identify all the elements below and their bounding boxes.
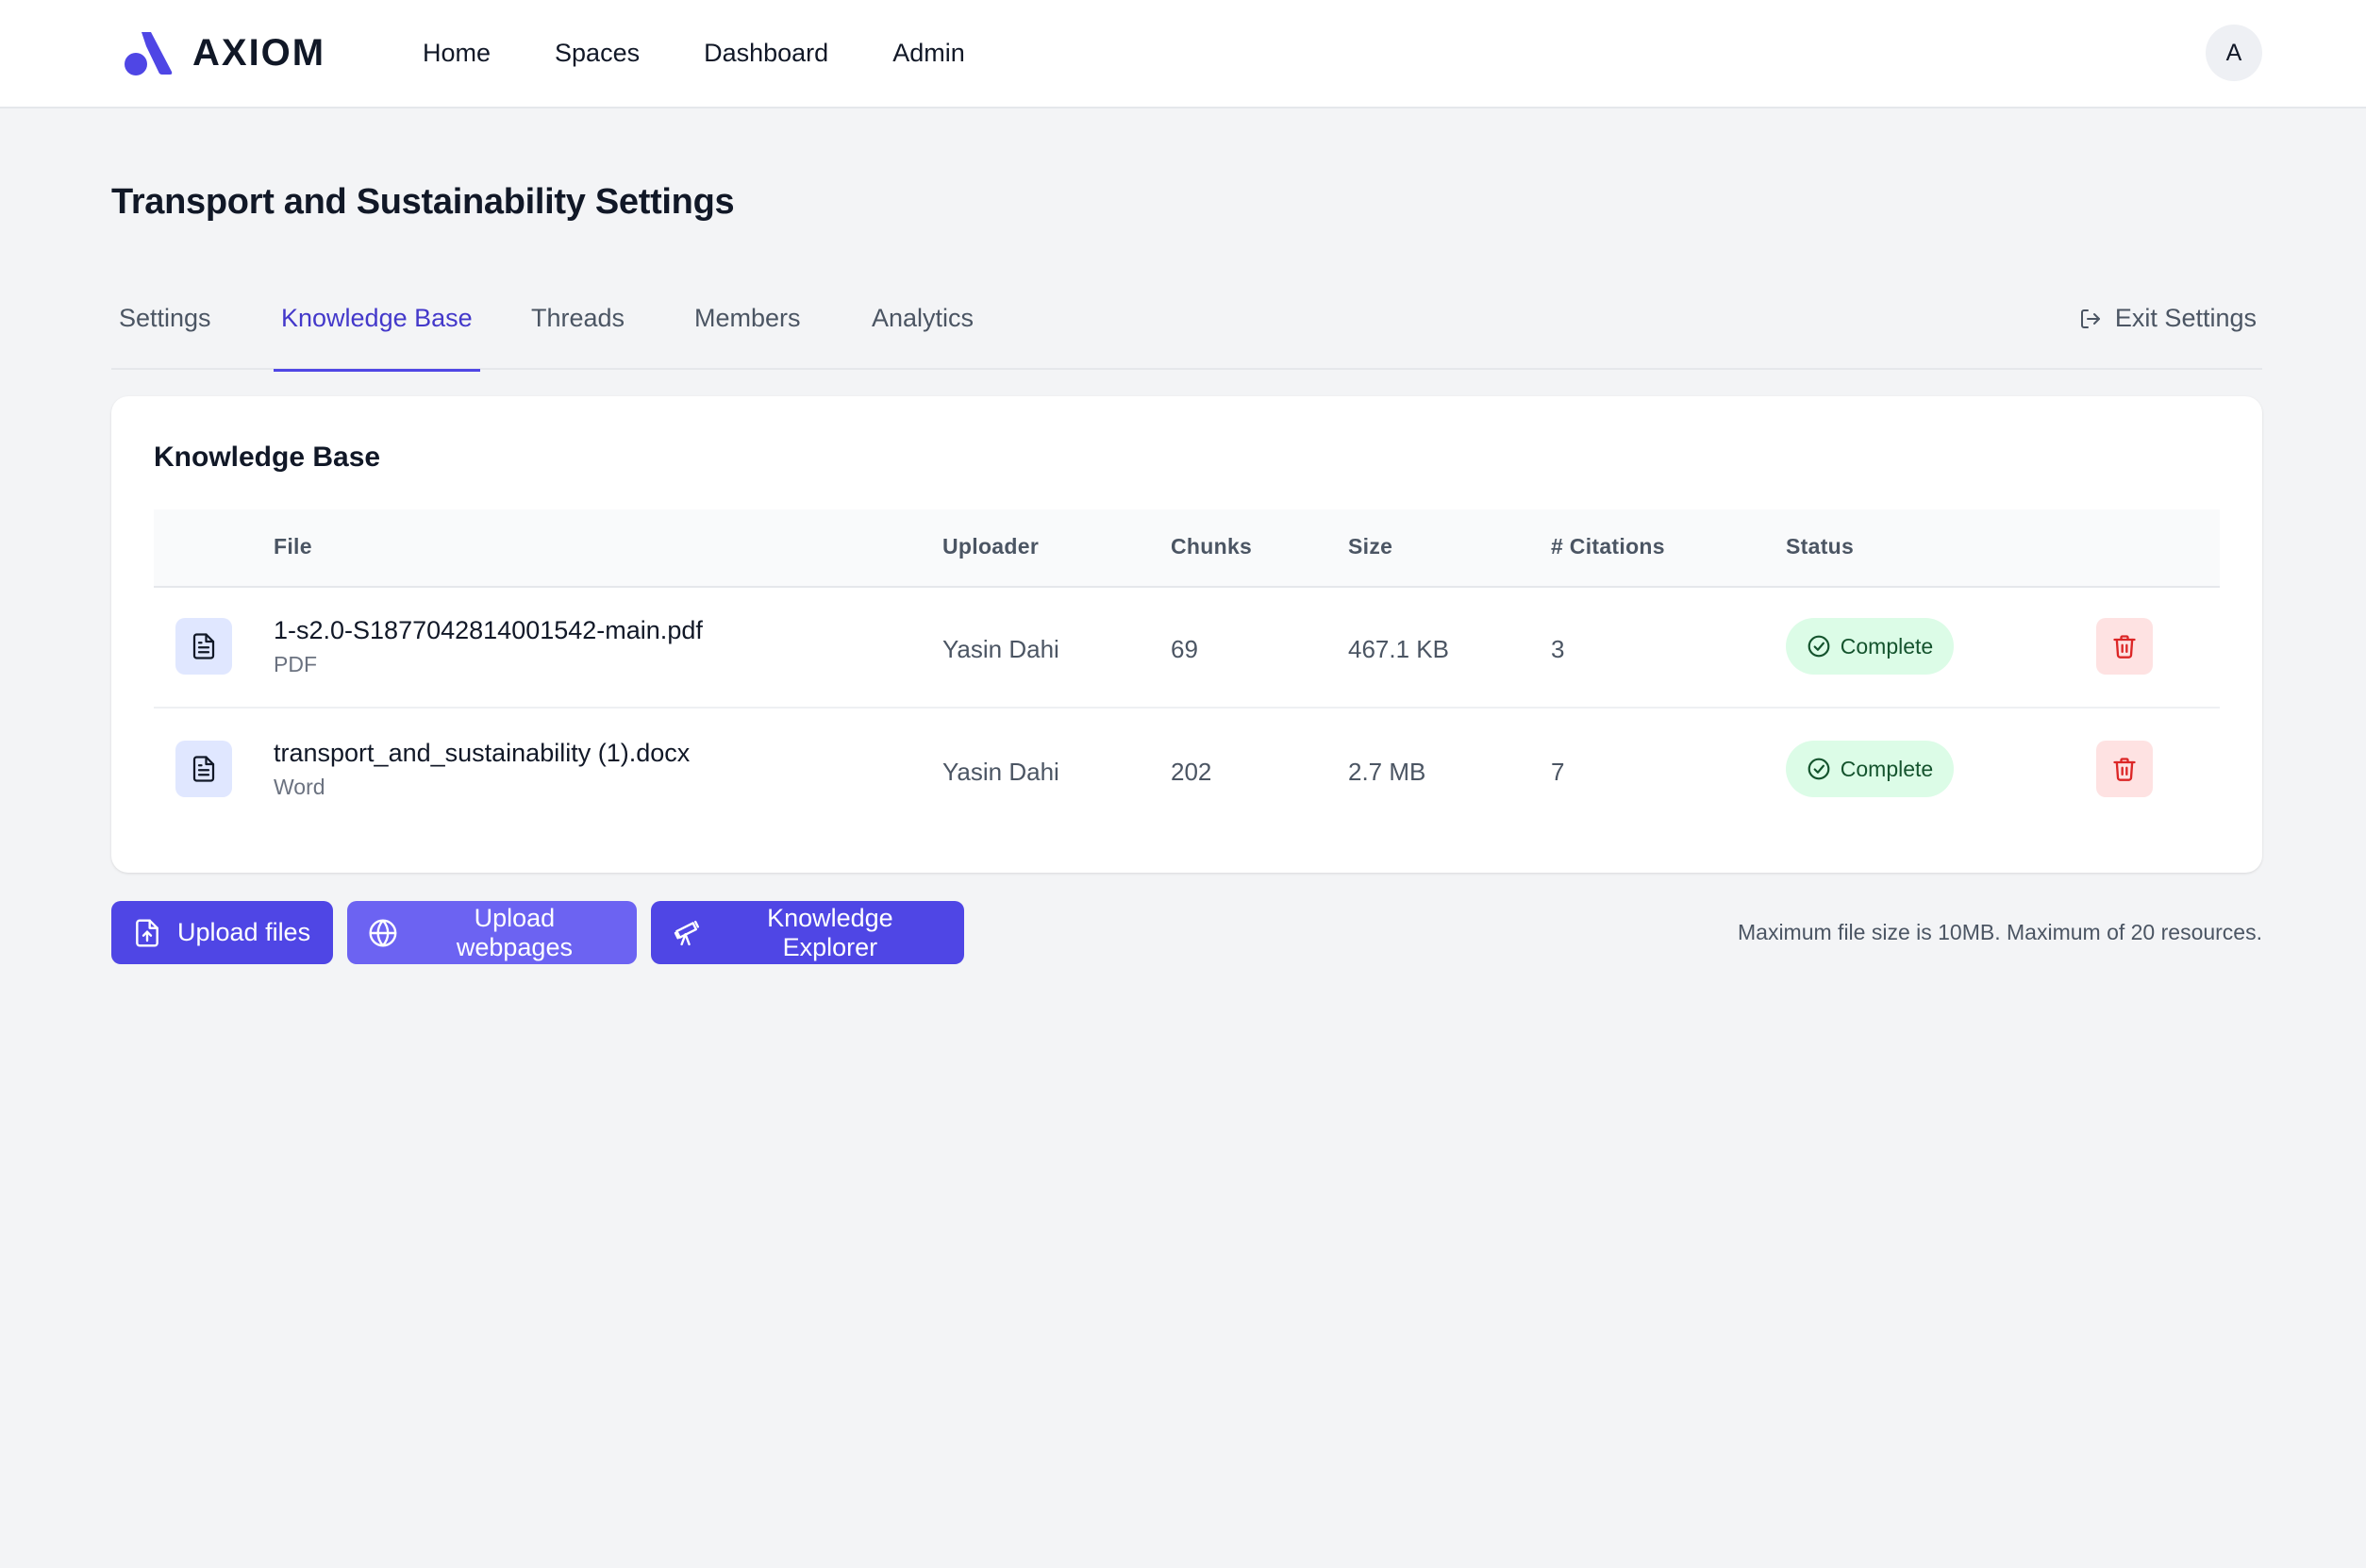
- file-upload-icon: [136, 918, 158, 947]
- check-circle-icon: [1808, 635, 1830, 658]
- citations-cell: 7: [1551, 758, 1565, 786]
- user-avatar[interactable]: A: [2206, 25, 2262, 81]
- check-circle-icon: [1808, 758, 1830, 780]
- exit-icon: [2080, 309, 2100, 328]
- citations-cell: 3: [1551, 635, 1565, 663]
- settings-tabs: Settings Knowledge Base Threads Members …: [111, 283, 2262, 372]
- upload-files-label: Upload files: [177, 918, 311, 946]
- knowledge-base-card: Knowledge Base File Uploader Chunks Size…: [111, 396, 2262, 873]
- nav-dashboard[interactable]: Dashboard: [704, 39, 828, 68]
- column-header-citations: # Citations: [1551, 534, 1665, 559]
- status-label: Complete: [1840, 633, 1934, 659]
- knowledge-base-actions: Upload files Upload webpages Knowledge E…: [111, 901, 964, 964]
- brand-name: AXIOM: [192, 31, 326, 74]
- brand[interactable]: AXIOM: [121, 26, 325, 79]
- knowledge-explorer-label: Knowledge Explorer: [767, 903, 893, 961]
- uploader-cell: Yasin Dahi: [942, 758, 1059, 786]
- nav-home[interactable]: Home: [423, 39, 491, 68]
- page-title: Transport and Sustainability Settings: [111, 182, 735, 222]
- status-badge: Complete: [1786, 618, 1954, 675]
- tab-analytics[interactable]: Analytics: [864, 304, 981, 370]
- telescope-icon: [674, 920, 700, 945]
- upload-webpages-button[interactable]: Upload webpages: [347, 901, 637, 964]
- column-header-size: Size: [1348, 534, 1393, 559]
- size-cell: 467.1 KB: [1348, 635, 1449, 663]
- status-label: Complete: [1840, 756, 1934, 781]
- delete-file-button[interactable]: [2096, 741, 2153, 797]
- chunks-cell: 69: [1171, 635, 1198, 663]
- status-badge: Complete: [1786, 741, 1954, 797]
- file-name[interactable]: transport_and_sustainability (1).docx: [274, 739, 690, 768]
- main-nav: Home Spaces Dashboard Admin: [423, 30, 1029, 75]
- upload-files-button[interactable]: Upload files: [111, 901, 333, 964]
- file-name[interactable]: 1-s2.0-S1877042814001542-main.pdf: [274, 616, 703, 645]
- table-header: File Uploader Chunks Size # Citations St…: [154, 509, 2220, 588]
- top-navigation-bar: AXIOM Home Spaces Dashboard Admin A: [0, 0, 2366, 108]
- knowledge-explorer-button[interactable]: Knowledge Explorer: [651, 901, 964, 964]
- file-type: Word: [274, 775, 325, 799]
- size-cell: 2.7 MB: [1348, 758, 1426, 786]
- file-document-icon: [175, 618, 232, 675]
- exit-settings-button[interactable]: Exit Settings: [2079, 304, 2257, 333]
- upload-webpages-label: Upload webpages: [456, 903, 573, 961]
- globe-icon: [369, 919, 397, 946]
- card-title: Knowledge Base: [154, 442, 381, 473]
- exit-settings-label: Exit Settings: [2114, 304, 2257, 332]
- column-header-status: Status: [1786, 534, 1855, 559]
- table-row: transport_and_sustainability (1).docx Wo…: [154, 710, 2220, 831]
- tab-members[interactable]: Members: [687, 304, 808, 370]
- tab-threads[interactable]: Threads: [524, 304, 632, 370]
- column-header-uploader: Uploader: [942, 534, 1040, 559]
- file-document-icon: [175, 741, 232, 797]
- axiom-logo-icon: [125, 32, 173, 75]
- column-header-chunks: Chunks: [1171, 534, 1253, 559]
- tab-settings[interactable]: Settings: [111, 304, 219, 370]
- tab-knowledge-base[interactable]: Knowledge Base: [274, 304, 480, 372]
- trash-icon: [2113, 635, 2136, 659]
- file-type: PDF: [274, 652, 317, 676]
- nav-spaces[interactable]: Spaces: [555, 39, 640, 68]
- column-header-file: File: [274, 534, 312, 559]
- uploader-cell: Yasin Dahi: [942, 635, 1059, 663]
- trash-icon: [2113, 758, 2136, 781]
- delete-file-button[interactable]: [2096, 618, 2153, 675]
- nav-admin[interactable]: Admin: [892, 39, 965, 68]
- upload-limits-note: Maximum file size is 10MB. Maximum of 20…: [1738, 920, 2262, 944]
- table-row: 1-s2.0-S1877042814001542-main.pdf PDF Ya…: [154, 588, 2220, 709]
- chunks-cell: 202: [1171, 758, 1212, 786]
